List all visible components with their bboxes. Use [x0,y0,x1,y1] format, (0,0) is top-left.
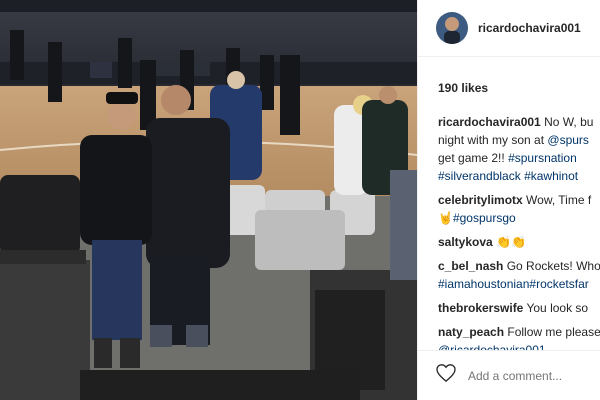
post-username[interactable]: ricardochavira001 [478,21,581,35]
hashtag-link[interactable]: #iamahoustonian#rocketsfar [438,277,589,291]
comment-text: Wow, Time f [526,193,592,207]
comment-username[interactable]: naty_peach [438,325,504,339]
comment-text: Follow me please [507,325,600,339]
heart-icon[interactable] [436,364,456,387]
comment-text: 👏👏 [496,235,526,249]
comments-list: ricardochavira001 No W, bu night with my… [438,113,600,389]
hashtag-link[interactable]: #gospursgo [453,211,516,225]
comment-item: thebrokerswife You look so [438,299,600,317]
hashtag-link[interactable]: #spursnation [508,151,577,165]
comment-username[interactable]: celebritylimotx [438,193,523,207]
comment-item: c_bel_nash Go Rockets! Who #iamahoustoni… [438,257,600,293]
comment-text: 🤘 [438,211,453,225]
comment-item: celebritylimotx Wow, Time f 🤘#gospursgo [438,191,600,227]
caption-text: No W, bu [544,115,594,129]
comment-bar [418,350,600,400]
avatar[interactable] [436,12,468,44]
comment-input[interactable] [466,367,590,384]
post-photo [0,0,417,400]
hashtag-link[interactable]: #kawhinot [524,169,578,183]
comment-username[interactable]: saltykova [438,235,493,249]
comment-text: You look so [526,301,589,315]
caption: ricardochavira001 No W, bu night with my… [438,113,600,185]
hashtag-link[interactable]: #silverandblack [438,169,521,183]
mention-link[interactable]: @spurs [547,133,589,147]
caption-username[interactable]: ricardochavira001 [438,115,541,129]
post-sidebar: ricardochavira001 190 likes ricardochavi… [417,0,600,400]
post-image [0,0,417,400]
comment-item: saltykova 👏👏 [438,233,600,251]
caption-text: night with my son at [438,133,545,147]
caption-text: get game 2!! [438,151,505,165]
post-header: ricardochavira001 [418,0,600,57]
likes-count[interactable]: 190 likes [438,81,488,95]
comment-username[interactable]: c_bel_nash [438,259,503,273]
comment-text: Go Rockets! Who [506,259,600,273]
comment-username[interactable]: thebrokerswife [438,301,523,315]
